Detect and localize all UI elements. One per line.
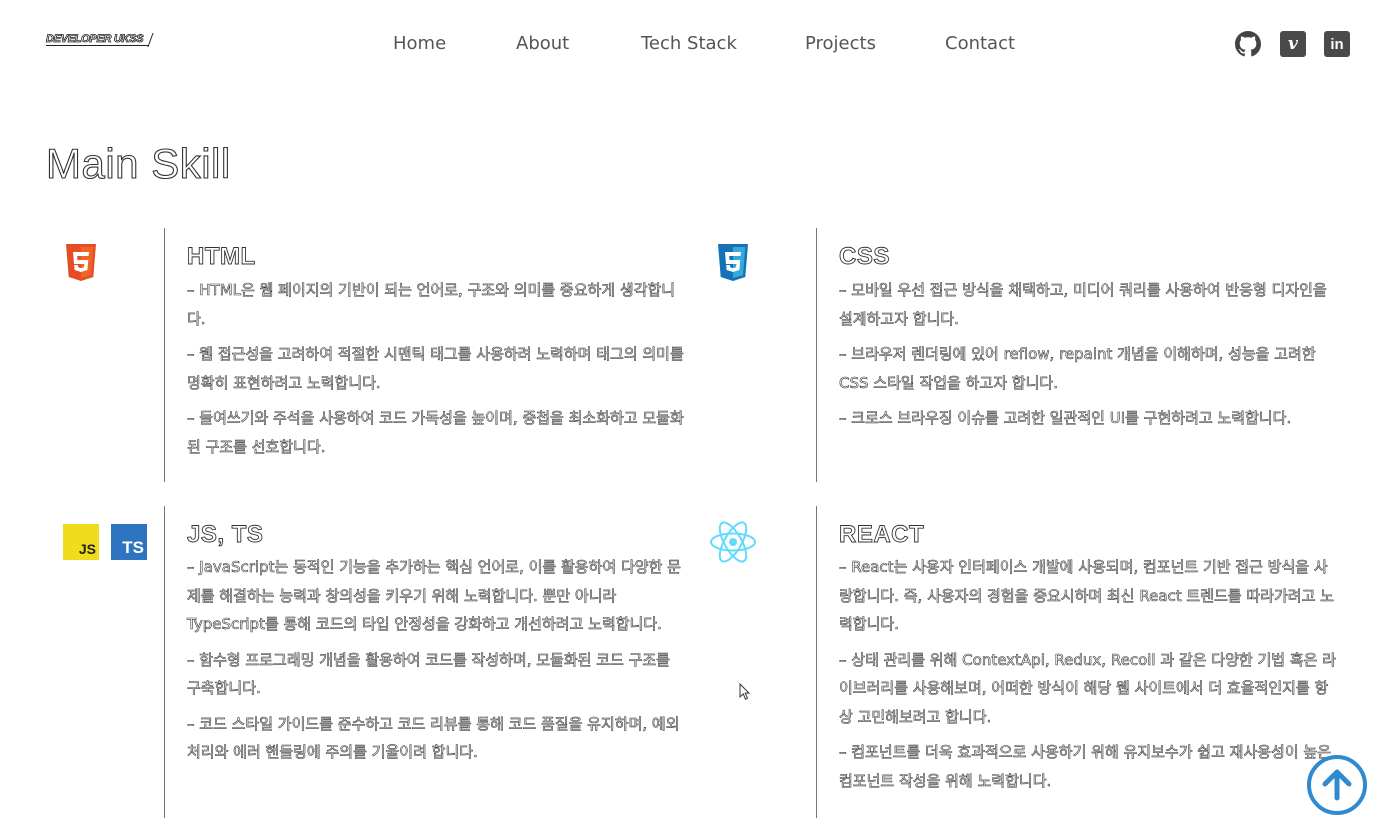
skill-title: JS, TS <box>187 521 264 549</box>
react-icon <box>709 519 757 565</box>
skill-description: – 모바일 우선 접근 방식을 채택하고, 미디어 쿼리를 사용하여 반응형 디… <box>839 276 1339 440</box>
skill-line: – 브라우저 렌더링에 있어 reflow, repaint 개념을 이해하며,… <box>839 345 1316 392</box>
nav-tech-stack[interactable]: Tech Stack <box>641 33 737 54</box>
skill-line: – 컴포넌트를 더욱 효과적으로 사용하기 위해 유지보수가 쉽고 재사용성이 … <box>839 743 1332 790</box>
skill-line: – 들여쓰기와 주석을 사용하여 코드 가독성을 높이며, 중첩을 최소화하고 … <box>187 409 684 456</box>
skill-description: – HTML은 웹 페이지의 기반이 되는 언어로, 구조와 의미를 중요하게 … <box>187 276 687 468</box>
skill-divider <box>164 506 165 818</box>
skill-line: – 함수형 프로그래밍 개념을 활용하여 코드를 작성하며, 모듈화된 코드 구… <box>187 650 671 697</box>
skill-description: – React는 사용자 인터페이스 개발에 사용되며, 컴포넌트 기반 접근 … <box>839 553 1339 802</box>
linkedin-icon[interactable]: in <box>1324 31 1350 57</box>
skill-line: – HTML은 웹 페이지의 기반이 되는 언어로, 구조와 의미를 중요하게 … <box>187 281 676 328</box>
skill-divider <box>816 228 817 482</box>
page-title: Main Skill <box>45 139 231 187</box>
github-icon[interactable] <box>1235 31 1261 57</box>
scroll-to-top-button[interactable] <box>1307 755 1367 815</box>
css3-icon <box>715 244 751 284</box>
nav-about[interactable]: About <box>516 33 569 54</box>
html5-icon <box>63 244 99 284</box>
main-nav: Home About Tech Stack Projects Contact <box>0 33 1394 57</box>
skill-divider <box>164 228 165 482</box>
skill-line: – JavaScript는 동적인 기능을 추가하는 핵심 언어로, 이를 활용… <box>187 558 682 634</box>
site-header: DEVELOPER UKSS Home About Tech Stack Pro… <box>0 0 1394 90</box>
skill-divider <box>816 506 817 818</box>
javascript-icon: JS <box>63 524 99 560</box>
skill-line: – 상태 관리를 위해 ContextApi, Redux, Recoil 과 … <box>839 650 1337 726</box>
skill-title: CSS <box>839 243 890 271</box>
typescript-icon: TS <box>111 524 147 560</box>
nav-home[interactable]: Home <box>393 33 446 54</box>
arrow-up-icon <box>1322 769 1352 801</box>
nav-projects[interactable]: Projects <box>805 33 876 54</box>
skill-line: – 모바일 우선 접근 방식을 채택하고, 미디어 쿼리를 사용하여 반응형 디… <box>839 281 1327 328</box>
nav-contact[interactable]: Contact <box>945 33 1015 54</box>
mouse-cursor-icon <box>739 682 751 705</box>
skill-line: – 코드 스타일 가이드를 준수하고 코드 리뷰를 통해 코드 품질을 유지하며… <box>187 714 680 761</box>
skill-line: – 웹 접근성을 고려하여 적절한 시맨틱 태그를 사용하려 노력하며 태그의 … <box>187 345 684 392</box>
skill-title: REACT <box>839 521 925 549</box>
vimeo-icon[interactable]: v <box>1280 31 1306 57</box>
skill-description: – JavaScript는 동적인 기능을 추가하는 핵심 언어로, 이를 활용… <box>187 553 687 774</box>
skill-line: – 크로스 브라우징 이슈를 고려한 일관적인 UI를 구현하려고 노력합니다. <box>839 409 1292 428</box>
skill-title: HTML <box>187 243 256 271</box>
skill-line: – React는 사용자 인터페이스 개발에 사용되며, 컴포넌트 기반 접근 … <box>839 558 1335 634</box>
